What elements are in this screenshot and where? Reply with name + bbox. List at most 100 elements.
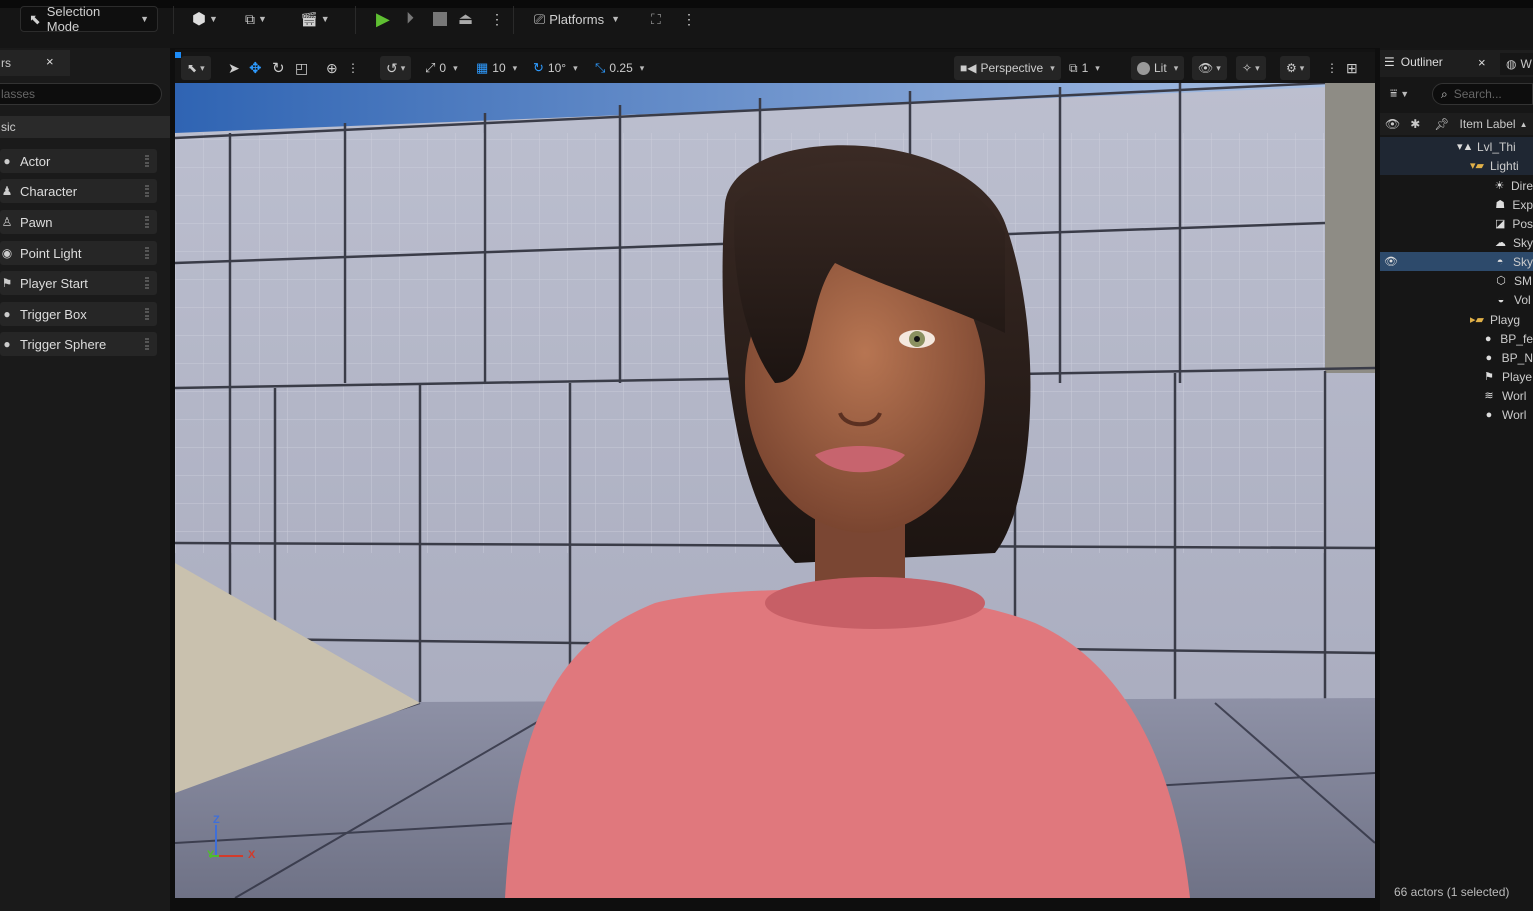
drag-handle-icon[interactable]	[145, 216, 149, 228]
sky-light-icon: ☁	[1494, 237, 1506, 249]
viewport-settings-dropdown[interactable]: ⚙ ▾	[1280, 56, 1311, 80]
outliner-row[interactable]: ▾▰ Lighti	[1382, 156, 1533, 175]
world-local-toggle[interactable]: ⊕	[326, 56, 338, 80]
drag-handle-icon[interactable]	[145, 308, 149, 320]
outliner-row[interactable]: ◪ Pos	[1382, 214, 1533, 233]
actor-icon: ●	[3, 154, 11, 168]
outliner-row[interactable]: ● Worl	[1382, 405, 1533, 424]
outliner-row[interactable]: ▸▰ Playg	[1382, 310, 1533, 329]
more-options-button[interactable]: ⋮	[682, 6, 696, 32]
camera-speed-icon: ⧉	[1069, 60, 1078, 75]
list-item-label: Trigger Sphere	[20, 336, 107, 352]
settings-button[interactable]: ⛶	[651, 6, 661, 32]
scale-snap-toggle[interactable]: ⤡ 0.25 ▾	[595, 56, 644, 80]
outliner-row[interactable]: ▾▲ Lvl_Thi	[1382, 137, 1533, 156]
selection-mode-dropdown[interactable]: ⬉ Selection Mode ▼	[20, 4, 158, 34]
volumetric-cloud-icon: ◒	[1497, 293, 1505, 306]
transform-mode-dropdown[interactable]: ⬉ ▾	[181, 56, 211, 80]
layout-button[interactable]: ⊞	[1346, 56, 1358, 80]
visibility-eye-icon[interactable]: 👁︎	[1384, 255, 1398, 268]
eject-button[interactable]: ⏏︎	[458, 6, 473, 32]
outliner-search-input[interactable]: ⌕ Search...	[1432, 83, 1533, 105]
outliner-row[interactable]: ● BP_N	[1382, 348, 1533, 367]
actor-count-status: 66 actors (1 selected)	[1380, 876, 1533, 911]
camera-speed-dropdown[interactable]: ⧉ 1 ▾	[1069, 56, 1100, 80]
cinematics-button[interactable]: 🎬︎ ▼	[300, 6, 330, 32]
drag-handle-icon[interactable]	[145, 247, 149, 259]
globe-icon: ◍	[1506, 57, 1517, 71]
list-item-label: Player Start	[20, 275, 88, 291]
place-actors-tab[interactable]: rs	[0, 50, 70, 76]
outliner-row-label: Dire	[1510, 178, 1533, 193]
filter-dropdown[interactable]: ⩸ ▼	[1390, 86, 1409, 101]
list-item[interactable]: ♟ Character	[0, 179, 157, 203]
viewport-render[interactable]	[175, 83, 1375, 898]
globe-icon: ⊕	[326, 59, 338, 76]
list-item[interactable]: ● Actor	[0, 149, 157, 173]
advance-frame-button[interactable]: ⏵︎	[406, 6, 414, 32]
pin-column-icon[interactable]: 📌︎	[1434, 117, 1449, 131]
blueprint-button[interactable]: ⧉ ▼	[245, 6, 267, 32]
outliner-row[interactable]: ☁ Sky	[1382, 233, 1533, 252]
select-tool-button[interactable]: ➤	[228, 56, 240, 80]
outliner-row[interactable]: ◒ Vol	[1382, 290, 1533, 309]
item-label-column-header[interactable]: Item Label	[1460, 117, 1516, 131]
outliner-row[interactable]: ⬡ SM	[1382, 271, 1533, 290]
pin-column-star-icon[interactable]: ✱	[1410, 117, 1420, 131]
select-cursor-icon: ⬉	[29, 10, 41, 27]
grid-snap-value: 10	[492, 61, 506, 75]
outliner-row[interactable]: ⚑ Playe	[1382, 367, 1533, 386]
close-icon[interactable]: ×	[1478, 55, 1486, 70]
outliner-row-selected[interactable]: 👁︎ ◓ Sky	[1382, 252, 1533, 271]
list-item-label: Trigger Box	[20, 306, 87, 322]
sort-ascending-icon[interactable]: ▲	[1520, 120, 1528, 129]
outliner-row-label: Lvl_Thi	[1477, 139, 1516, 154]
drag-handle-icon[interactable]	[145, 338, 149, 350]
outliner-row[interactable]: ≋ Worl	[1382, 386, 1533, 405]
list-item[interactable]: ♙ Pawn	[0, 210, 157, 234]
search-classes-input[interactable]: lasses	[0, 83, 162, 105]
list-item[interactable]: ⚑ Player Start	[0, 271, 157, 295]
scale-tool-button[interactable]: ◰	[295, 56, 308, 80]
platforms-dropdown[interactable]: ⎚ Platforms ▼	[534, 6, 620, 32]
realtime-dropdown[interactable]: ✧ ▾	[1236, 56, 1266, 80]
grid-snap-toggle[interactable]: ▦ 10 ▾	[476, 56, 517, 80]
viewport-options-button[interactable]: ⋮	[1326, 56, 1338, 80]
eject-icon: ⏏︎	[458, 11, 474, 28]
move-tool-button[interactable]: ✥	[249, 56, 262, 80]
outliner-row[interactable]: ● BP_fe	[1382, 329, 1533, 348]
world-settings-tab[interactable]: ◍ W	[1500, 53, 1533, 75]
drag-handle-icon[interactable]	[145, 155, 149, 167]
list-item[interactable]: ● Trigger Box	[0, 302, 157, 326]
play-options-button[interactable]: ⋮	[490, 6, 504, 32]
show-flags-dropdown[interactable]: 👁︎ ▾	[1192, 56, 1227, 80]
toolbar-divider	[513, 6, 514, 34]
kebab-menu-icon: ⋮	[347, 61, 359, 75]
list-item[interactable]: ◉ Point Light	[0, 241, 157, 265]
toolbar-divider	[173, 6, 174, 34]
drag-handle-icon[interactable]	[145, 185, 149, 197]
list-item[interactable]: ● Trigger Sphere	[0, 332, 157, 356]
outliner-row[interactable]: ☀ Dire	[1382, 176, 1533, 195]
play-button[interactable]: ▶	[376, 6, 390, 32]
outliner-row[interactable]: ☗ Exp	[1382, 195, 1533, 214]
blueprint-actor-icon: ●	[1484, 332, 1492, 345]
category-basic[interactable]: sic	[0, 116, 170, 138]
chevron-down-icon: ▾	[200, 62, 205, 73]
stop-button[interactable]	[433, 6, 447, 32]
perspective-dropdown[interactable]: ■◀ Perspective ▾	[954, 56, 1061, 80]
visibility-column-eye-icon[interactable]: 👁︎	[1385, 117, 1400, 131]
tab-label: rs	[1, 56, 11, 70]
view-mode-lit-dropdown[interactable]: Lit ▾	[1131, 56, 1185, 80]
surface-snap-button[interactable]: ↺ ▾	[380, 56, 412, 80]
outliner-tab-label: Outliner	[1400, 55, 1443, 69]
rotation-snap-toggle[interactable]: ⤢ 0 ▾	[425, 56, 458, 80]
rotate-tool-button[interactable]: ↻	[272, 56, 285, 80]
angle-snap-toggle[interactable]: ↻ 10° ▾	[533, 56, 578, 80]
drag-handle-icon[interactable]	[145, 277, 149, 289]
more-transform-button[interactable]: ⋮	[347, 56, 359, 80]
close-icon[interactable]: ×	[46, 54, 54, 69]
player-start-icon: ⚑	[1484, 371, 1494, 383]
add-actor-button[interactable]: ⬢ ▼	[192, 6, 218, 32]
outliner-tab[interactable]: ☰ Outliner	[1384, 55, 1443, 69]
